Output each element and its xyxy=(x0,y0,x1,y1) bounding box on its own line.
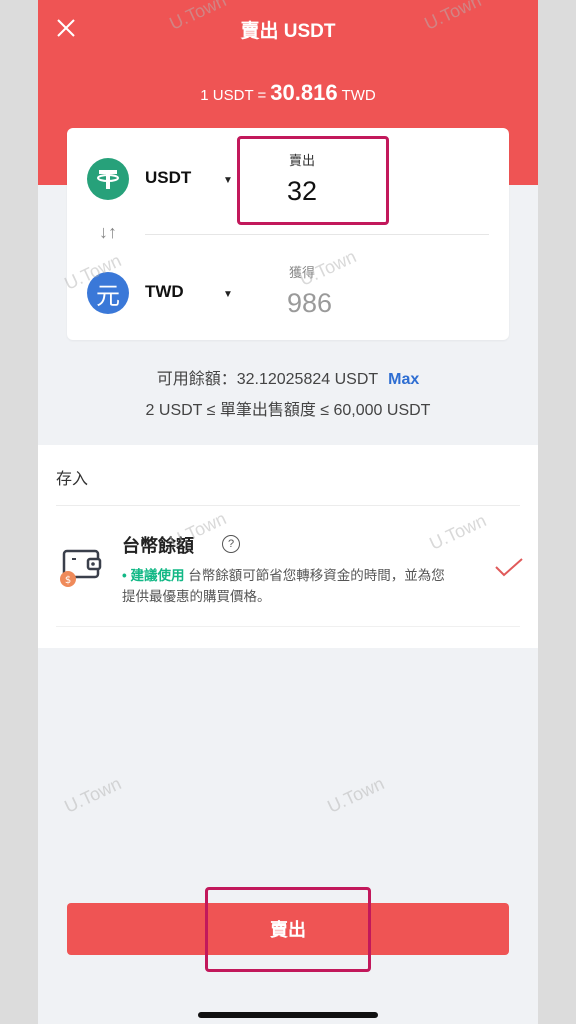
method-description: • 建議使用 台幣餘額可節省您轉移資金的時間，並為您提供最優惠的購買價格。 xyxy=(122,565,452,607)
sell-limit: 2 USDT ≤ 單筆出售額度 ≤ 60,000 USDT xyxy=(145,402,431,419)
rate-value: 30.816 xyxy=(270,80,338,105)
chevron-down-icon[interactable]: ▼ xyxy=(223,289,233,300)
right-bezel xyxy=(538,0,576,1024)
svg-text:$: $ xyxy=(65,575,71,586)
watermark: U.Town xyxy=(324,773,388,817)
deposit-title: 存入 xyxy=(56,471,89,488)
recommend-tag: • 建議使用 xyxy=(122,568,185,583)
rate-prefix: 1 USDT = xyxy=(200,87,267,104)
sell-button-highlight xyxy=(205,887,371,972)
divider xyxy=(56,626,520,627)
divider xyxy=(56,505,520,506)
divider xyxy=(145,234,489,235)
to-currency-selector[interactable]: TWD xyxy=(145,282,184,302)
left-bezel xyxy=(0,0,38,1024)
rate-suffix: TWD xyxy=(341,87,376,104)
sell-input-highlight xyxy=(237,136,389,225)
home-indicator xyxy=(198,1012,378,1018)
watermark: U.Town xyxy=(61,773,125,817)
receive-amount-field: 986 xyxy=(287,288,333,318)
help-icon[interactable]: ? xyxy=(222,535,240,553)
page-title: 賣出 USDT xyxy=(240,21,336,42)
exchange-card: USDT ▼ 賣出 32 ↓↑ 元 TWD ▼ 獲得 986 xyxy=(67,128,509,340)
swap-arrows-icon[interactable]: ↓↑ xyxy=(99,222,117,243)
max-button[interactable]: Max xyxy=(388,371,419,388)
available-balance: 可用餘額：32.12025824 USDT Max xyxy=(38,365,538,389)
check-icon[interactable] xyxy=(494,555,524,579)
chevron-down-icon[interactable]: ▼ xyxy=(223,175,233,186)
wallet-icon: $ xyxy=(60,549,102,587)
tether-icon xyxy=(97,170,119,189)
app-screen: 賣出 USDT 1 USDT = 30.816 TWD USDT ▼ 賣出 32 ↓… xyxy=(38,0,538,1024)
balance-text: 可用餘額：32.12025824 USDT xyxy=(156,371,379,388)
exchange-rate: 1 USDT = 30.816 TWD xyxy=(38,80,538,106)
deposit-section: 存入 $ 台幣餘額 ? • 建議使用 台幣餘額可節省您轉移資金的時間，並為您提供… xyxy=(38,445,538,648)
from-currency-selector[interactable]: USDT xyxy=(145,168,191,188)
usdt-icon xyxy=(87,158,129,200)
